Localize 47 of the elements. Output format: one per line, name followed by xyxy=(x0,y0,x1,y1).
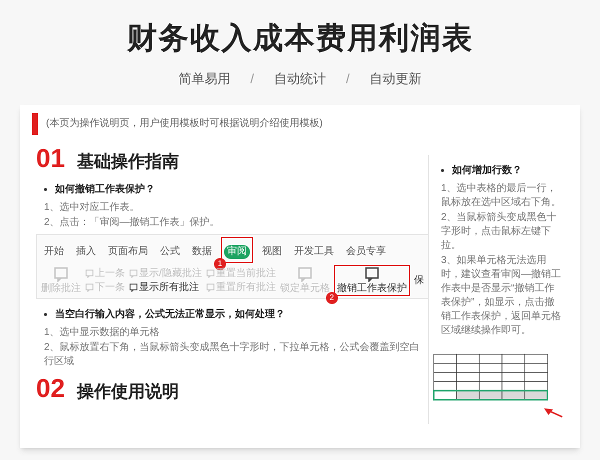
number-badge: 2 xyxy=(326,292,338,304)
ribbon-tab[interactable]: 页面布局 xyxy=(105,245,151,259)
note-text: (本页为操作说明页，用户使用模板时可根据说明介绍使用模板) xyxy=(46,116,323,131)
section-number: 01 xyxy=(36,142,65,172)
bullet-icon xyxy=(441,168,444,172)
step-text: 1、选中表格的最后一行，鼠标放在选中区域右下角。 xyxy=(441,182,562,210)
ribbon-tab[interactable]: 插入 xyxy=(73,245,99,259)
question-text: 如何增加行数？ xyxy=(452,164,522,178)
command-icon xyxy=(296,266,313,282)
arrow-icon xyxy=(544,406,564,420)
tagline: 自动更新 xyxy=(370,70,422,88)
command-icon xyxy=(129,269,138,278)
ribbon-tab[interactable]: 公式 xyxy=(157,245,183,259)
step-text: 2、当鼠标箭头变成黑色十字形时，点击鼠标左键下拉。 xyxy=(441,210,558,252)
step-text: 1、选中对应工作表。 xyxy=(44,201,141,215)
command-icon xyxy=(85,269,94,278)
separator: / xyxy=(346,70,350,88)
tagline: 简单易用 xyxy=(178,70,230,88)
page-title: 财务收入成本费用利润表 xyxy=(126,21,474,57)
separator: / xyxy=(250,70,254,88)
ribbon-command[interactable]: 保 xyxy=(414,274,424,287)
command-icon xyxy=(206,283,215,292)
step-text: 1、选中显示数据的单元格 xyxy=(44,326,161,340)
step-text: 2、点击：「审阅—撤销工作表」保护。 xyxy=(44,216,221,230)
step-text: 3、如果单元格无法选用时，建议查看审阅—撤销工作表中是否显示“撤销工作表保护”，如显示，点击撤销工作表保护，返回单元格区域继续操作即可。 xyxy=(441,254,562,338)
bullet-icon xyxy=(44,188,47,191)
ribbon-tab[interactable]: 开始 xyxy=(41,245,67,259)
question-text: 当空白行输入内容，公式无法正常显示，如何处理？ xyxy=(55,307,285,322)
accent-bar xyxy=(32,112,38,134)
ribbon-command[interactable]: 显示所有批注 xyxy=(129,281,199,294)
ribbon-tab[interactable]: 数据 xyxy=(189,245,215,259)
bullet-icon xyxy=(44,313,47,316)
command-icon xyxy=(53,266,69,282)
section-number: 02 xyxy=(36,373,65,403)
ribbon-tab[interactable]: 会员专享 xyxy=(343,245,389,259)
step-text: 2、鼠标放置右下角，当鼠标箭头变成黑色十字形时，下拉单元格，公式会覆盖到空白行区域 xyxy=(44,341,421,369)
ribbon-tab[interactable]: 视图 xyxy=(259,245,285,259)
ribbon-command[interactable]: 撤销工作表保护 xyxy=(334,265,410,296)
section-heading: 操作使用说明 xyxy=(76,381,179,403)
command-icon xyxy=(85,283,94,292)
command-icon xyxy=(129,283,138,292)
section-heading: 基础操作指南 xyxy=(76,150,179,172)
tagline: 自动统计 xyxy=(274,70,326,88)
command-icon xyxy=(206,269,215,278)
question-text: 如何撤销工作表保护？ xyxy=(55,182,155,197)
ribbon-tab[interactable]: 开发工具 xyxy=(291,245,337,259)
command-icon xyxy=(364,266,380,282)
